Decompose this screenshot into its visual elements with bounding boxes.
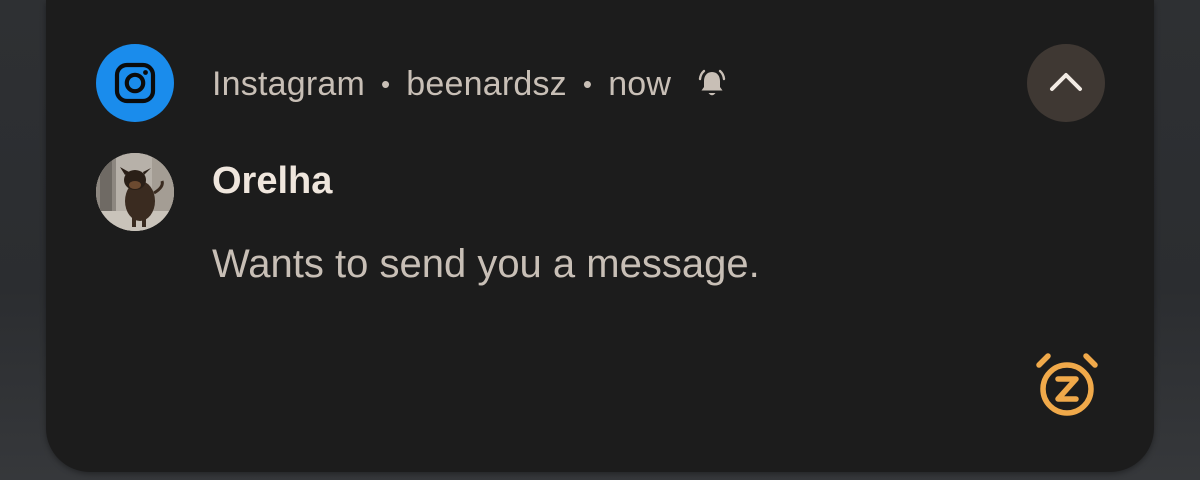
separator-dot: • [582,68,593,99]
sender-avatar[interactable] [96,153,174,231]
snooze-button[interactable] [1030,348,1104,422]
app-name: Instagram [212,64,365,103]
timestamp: now [608,64,672,103]
chevron-up-icon [1050,73,1082,91]
bell-ringing-icon [695,67,729,101]
separator-dot: • [380,68,391,99]
collapse-button[interactable] [1027,44,1105,122]
account-name: beenardsz [406,64,567,103]
notification-card[interactable]: Instagram • beenardsz • now Orelha Wants… [46,0,1154,472]
message-text: Wants to send you a message. [212,242,760,286]
dog-photo-avatar [96,153,174,231]
instagram-icon [96,44,174,122]
notification-header: Instagram • beenardsz • now [212,60,729,108]
snooze-alarm-icon [1036,353,1098,416]
sender-name: Orelha [212,160,333,202]
